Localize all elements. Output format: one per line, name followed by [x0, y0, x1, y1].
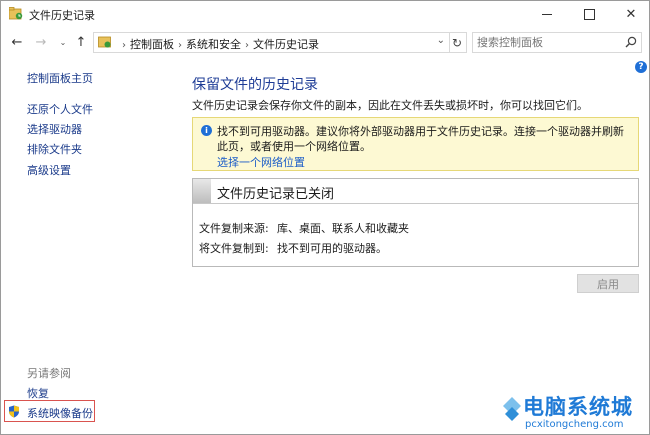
- breadcrumb-separator[interactable]: ›: [241, 40, 253, 51]
- address-dropdown-icon[interactable]: ⌄: [437, 35, 445, 46]
- watermark-text: 电脑系统城: [523, 395, 633, 419]
- select-network-location-link[interactable]: 选择一个网络位置: [217, 154, 305, 170]
- enable-button[interactable]: 启用: [577, 274, 639, 293]
- watermark: 电脑系统城 pcxitongcheng.com: [501, 389, 649, 434]
- breadcrumb-system-security[interactable]: 系统和安全: [186, 38, 241, 51]
- breadcrumb-separator[interactable]: ›: [174, 40, 186, 51]
- maximize-icon: [583, 8, 595, 20]
- breadcrumb-file-history[interactable]: 文件历史记录: [253, 38, 319, 51]
- warning-message: 找不到可用驱动器。建议你将外部驱动器用于文件历史记录。连接一个驱动器并刷新此页，…: [217, 125, 624, 153]
- watermark-url: pcxitongcheng.com: [525, 419, 624, 430]
- sidebar-item-recovery[interactable]: 恢复: [27, 385, 49, 401]
- maximize-button[interactable]: [571, 1, 607, 27]
- page-description: 文件历史记录会保存你文件的副本，因此在文件丢失或损坏时，你可以找回它们。: [192, 99, 588, 112]
- copy-from-value: 库、桌面、联系人和收藏夹: [277, 222, 409, 235]
- status-header-bar: [193, 179, 211, 203]
- sidebar-item-label: 系统映像备份: [27, 407, 93, 420]
- breadcrumb-control-panel[interactable]: 控制面板: [130, 38, 174, 51]
- arrow-up-icon: ↑: [75, 34, 87, 50]
- search-box[interactable]: [472, 32, 642, 53]
- file-history-window: 文件历史记录 ✕ ← → ⌄ ↑ › 控制面板 › 系统和安全 › 文件历史记录 ⌄ ↻: [0, 0, 650, 435]
- status-panel: 文件历史记录已关闭 文件复制来源: 库、桌面、联系人和收藏夹 将文件复制到: 找不到…: [192, 178, 639, 267]
- back-button[interactable]: ←: [9, 33, 25, 51]
- arrow-right-icon: →: [35, 34, 47, 50]
- up-button[interactable]: ↑: [73, 33, 89, 51]
- sidebar-item-control-panel-home[interactable]: 控制面板主页: [27, 70, 93, 86]
- arrow-left-icon: ←: [11, 34, 23, 50]
- copy-to-label: 将文件复制到:: [199, 242, 269, 255]
- forward-button[interactable]: →: [33, 33, 49, 51]
- copy-to-value: 找不到可用的驱动器。: [277, 242, 387, 255]
- refresh-icon: ↻: [451, 35, 463, 50]
- see-also-label: 另请参阅: [27, 367, 71, 380]
- sidebar-item-select-drive[interactable]: 选择驱动器: [27, 121, 82, 137]
- navigation-bar: ← → ⌄ ↑ › 控制面板 › 系统和安全 › 文件历史记录 ⌄ ↻: [1, 29, 649, 55]
- address-bar[interactable]: › 控制面板 › 系统和安全 › 文件历史记录 ⌄: [93, 32, 450, 53]
- sidebar-item-advanced-settings[interactable]: 高级设置: [27, 162, 71, 178]
- info-icon: i: [201, 125, 212, 136]
- help-icon: ?: [638, 62, 644, 72]
- status-header: 文件历史记录已关闭: [193, 179, 638, 204]
- status-title: 文件历史记录已关闭: [217, 187, 335, 202]
- help-button[interactable]: ?: [635, 61, 647, 73]
- minimize-button[interactable]: [529, 1, 565, 27]
- page-title: 保留文件的历史记录: [192, 77, 318, 93]
- refresh-button[interactable]: ↻: [448, 32, 467, 53]
- breadcrumb: › 控制面板 › 系统和安全 › 文件历史记录: [118, 36, 319, 52]
- title-bar: 文件历史记录 ✕: [1, 1, 649, 27]
- sidebar-item-system-image-backup[interactable]: 系统映像备份: [4, 400, 95, 422]
- watermark-logo-icon: [503, 397, 521, 421]
- sidebar-item-exclude-folders[interactable]: 排除文件夹: [27, 141, 82, 157]
- minimize-icon: [542, 13, 552, 15]
- file-history-app-icon: [9, 7, 23, 20]
- chevron-down-icon: ⌄: [59, 37, 67, 47]
- search-input[interactable]: [477, 35, 617, 49]
- warning-panel: i 找不到可用驱动器。建议你将外部驱动器用于文件历史记录。连接一个驱动器并刷新此…: [192, 117, 639, 171]
- copy-from-label: 文件复制来源:: [199, 222, 269, 235]
- breadcrumb-separator: ›: [122, 40, 126, 51]
- sidebar-item-restore-personal-files[interactable]: 还原个人文件: [27, 101, 93, 117]
- copy-from-row: 文件复制来源: 库、桌面、联系人和收藏夹: [199, 220, 409, 236]
- shield-icon: [9, 405, 19, 418]
- recent-locations-button[interactable]: ⌄: [55, 33, 71, 51]
- control-panel-icon: [98, 36, 111, 48]
- search-icon[interactable]: [625, 36, 637, 48]
- close-button[interactable]: ✕: [613, 1, 649, 27]
- window-title: 文件历史记录: [29, 9, 95, 22]
- copy-to-row: 将文件复制到: 找不到可用的驱动器。: [199, 240, 387, 256]
- close-icon: ✕: [625, 6, 637, 22]
